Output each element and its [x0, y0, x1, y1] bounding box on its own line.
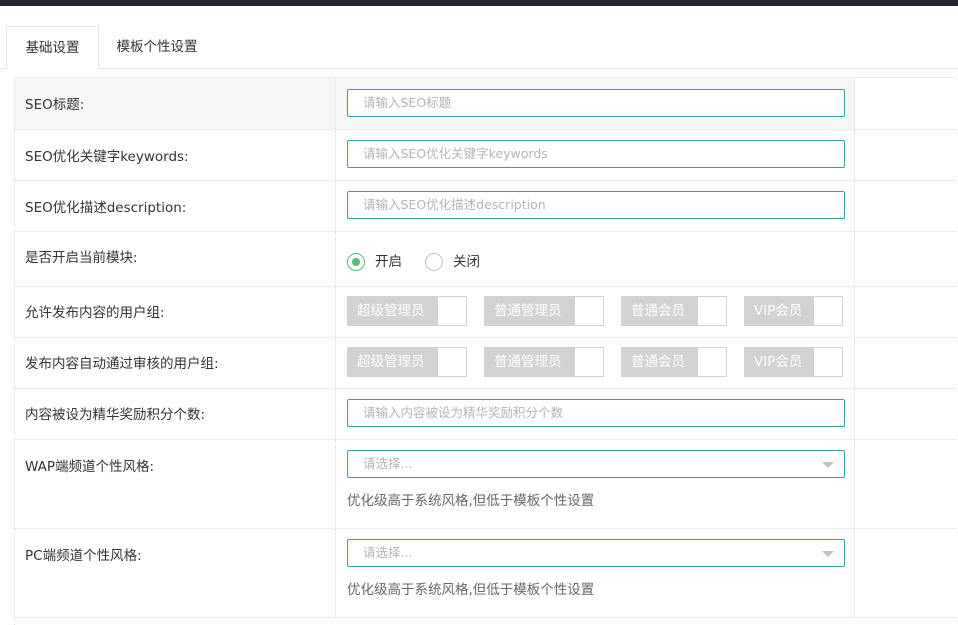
seo-title-input[interactable]: 请输入SEO标题: [347, 89, 845, 117]
checkbox-super-admin[interactable]: 超级管理员: [347, 347, 467, 377]
checkbox-normal-admin[interactable]: 普通管理员: [484, 347, 604, 377]
form-row-seo-description: SEO优化描述description: 请输入SEO优化描述descriptio…: [15, 181, 958, 232]
checkbox-vip-member[interactable]: VIP会员: [744, 296, 843, 326]
settings-form: SEO标题: 请输入SEO标题 SEO优化关键字keywords: 请输入SEO…: [14, 77, 958, 625]
seo-description-label: SEO优化描述description:: [25, 200, 187, 216]
seo-title-label: SEO标题:: [25, 97, 85, 113]
auto-approve-groups-cell: 超级管理员 普通管理员 普通会员 VIP会员: [335, 338, 855, 388]
tab-divider: [0, 68, 958, 69]
module-enable-cell: 开启 关闭: [335, 232, 855, 286]
tab-bar: 基础设置 模板个性设置: [0, 6, 958, 70]
tab-template-settings[interactable]: 模板个性设置: [106, 26, 208, 69]
pc-style-label: PC端频道个性风格:: [25, 548, 142, 564]
wap-style-select[interactable]: 请选择...: [347, 450, 845, 478]
wap-style-label: WAP端频道个性风格:: [25, 459, 155, 475]
publish-groups-cell: 超级管理员 普通管理员 普通会员 VIP会员: [335, 287, 855, 337]
checkbox-super-admin[interactable]: 超级管理员: [347, 296, 467, 326]
form-row-publish-groups: 允许发布内容的用户组: 超级管理员 普通管理员 普通会员 VIP会员: [15, 287, 958, 338]
pc-style-cell: 请选择... 优化级高于系统风格,但低于模板个性设置: [335, 529, 855, 617]
radio-enable-label: 开启: [375, 254, 402, 270]
caret-down-icon: [822, 462, 834, 468]
wap-style-hint: 优化级高于系统风格,但低于模板个性设置: [347, 493, 595, 509]
wap-style-selected: 请选择...: [363, 456, 413, 471]
pc-style-select[interactable]: 请选择...: [347, 539, 845, 567]
form-row-featured-points: 内容被设为精华奖励积分个数: 请输入内容被设为精华奖励积分个数: [15, 389, 958, 440]
form-row-auto-approve-groups: 发布内容自动通过审核的用户组: 超级管理员 普通管理员 普通会员 VIP会员: [15, 338, 958, 389]
pc-style-hint: 优化级高于系统风格,但低于模板个性设置: [347, 582, 595, 598]
seo-keywords-cell: 请输入SEO优化关键字keywords: [335, 130, 855, 180]
form-row-module-enable: 是否开启当前模块: 开启 关闭: [15, 232, 958, 287]
checkbox-normal-member[interactable]: 普通会员: [621, 296, 727, 326]
auto-approve-groups-label: 发布内容自动通过审核的用户组:: [25, 356, 219, 372]
seo-description-input[interactable]: 请输入SEO优化描述description: [347, 191, 845, 219]
pc-style-selected: 请选择...: [363, 545, 413, 560]
form-row-seo-title: SEO标题: 请输入SEO标题: [15, 78, 958, 130]
seo-keywords-label: SEO优化关键字keywords:: [25, 149, 189, 165]
checkbox-normal-admin[interactable]: 普通管理员: [484, 296, 604, 326]
caret-down-icon: [822, 551, 834, 557]
featured-points-input[interactable]: 请输入内容被设为精华奖励积分个数: [347, 399, 845, 427]
featured-points-cell: 请输入内容被设为精华奖励积分个数: [335, 389, 855, 439]
radio-checked-icon: [347, 253, 365, 271]
checkbox-normal-member[interactable]: 普通会员: [621, 347, 727, 377]
form-row-pc-style: PC端频道个性风格: 请选择... 优化级高于系统风格,但低于模板个性设置: [15, 529, 958, 618]
seo-keywords-input[interactable]: 请输入SEO优化关键字keywords: [347, 140, 845, 168]
featured-points-label: 内容被设为精华奖励积分个数:: [25, 407, 206, 423]
module-enable-label: 是否开启当前模块:: [25, 250, 138, 266]
tab-basic-settings[interactable]: 基础设置: [6, 26, 99, 69]
radio-unchecked-icon: [425, 253, 443, 271]
publish-groups-label: 允许发布内容的用户组:: [25, 305, 165, 321]
checkbox-vip-member[interactable]: VIP会员: [744, 347, 843, 377]
seo-title-cell: 请输入SEO标题: [335, 78, 855, 129]
form-row-seo-keywords: SEO优化关键字keywords: 请输入SEO优化关键字keywords: [15, 130, 958, 181]
radio-disable-label: 关闭: [453, 254, 480, 270]
seo-description-cell: 请输入SEO优化描述description: [335, 181, 855, 231]
form-row-wap-style: WAP端频道个性风格: 请选择... 优化级高于系统风格,但低于模板个性设置: [15, 440, 958, 529]
wap-style-cell: 请选择... 优化级高于系统风格,但低于模板个性设置: [335, 440, 855, 528]
